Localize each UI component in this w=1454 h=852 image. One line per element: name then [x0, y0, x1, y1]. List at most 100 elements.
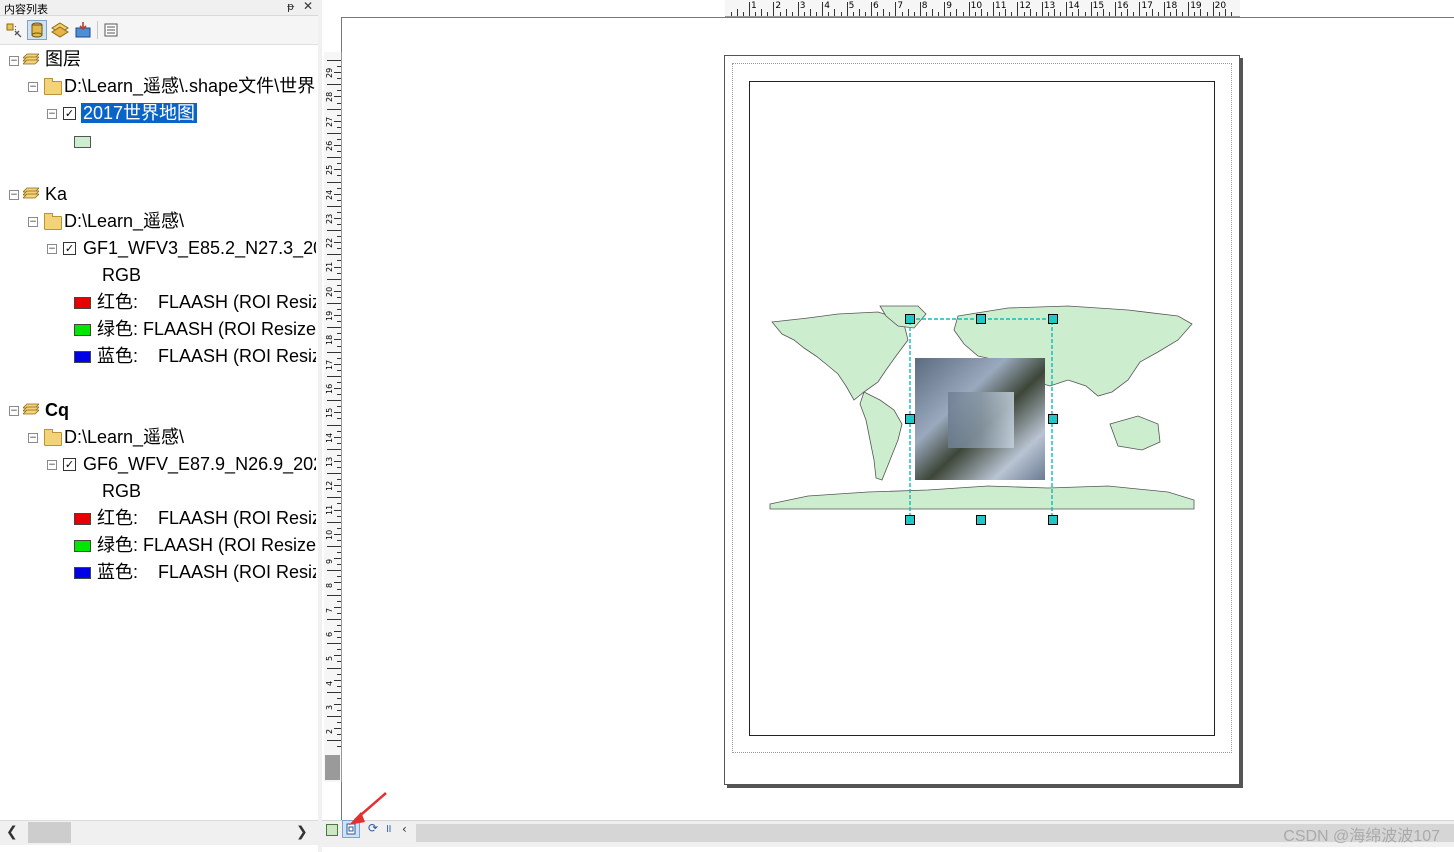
ruler-label: 21	[325, 262, 334, 273]
ruler-tick	[337, 442, 341, 444]
ruler-tick	[767, 12, 769, 16]
ruler-tick	[1072, 12, 1074, 16]
resize-handle[interactable]	[1048, 414, 1058, 424]
ruler-tick	[337, 102, 341, 104]
ruler-label: 19	[1190, 1, 1202, 11]
collapse-toggle[interactable]: −	[47, 244, 57, 254]
scroll-left-icon[interactable]: ‹	[402, 822, 407, 836]
world-map[interactable]	[768, 300, 1198, 518]
vertical-ruler[interactable]: 29 28 27 26 25 24 23 22 21 20 19 18 17 16 15 14 13 12 11 10…	[324, 52, 342, 782]
layer-name[interactable]: GF1_WFV3_E85.2_N27.3_20	[83, 236, 316, 260]
ruler-label: 22	[325, 237, 334, 249]
list-by-drawing-order-icon[interactable]: :	[4, 20, 24, 40]
ruler-tick	[1041, 2, 1043, 16]
ruler-tick	[337, 284, 341, 286]
land-australia	[1109, 415, 1161, 451]
collapse-toggle[interactable]: −	[47, 109, 57, 119]
red-band-swatch[interactable]	[74, 297, 91, 309]
list-by-selection-icon[interactable]	[73, 20, 93, 40]
list-by-visibility-icon[interactable]	[50, 20, 70, 40]
collapse-toggle[interactable]: −	[9, 190, 19, 200]
ruler-tick	[334, 582, 341, 584]
layer-visibility-checkbox[interactable]: ✓	[63, 242, 76, 255]
ruler-label: 7	[325, 607, 334, 613]
blue-band-swatch[interactable]	[74, 351, 91, 363]
ruler-tick	[334, 436, 341, 438]
folder-icon	[44, 429, 62, 446]
ruler-tick	[797, 2, 799, 16]
list-by-source-icon[interactable]	[27, 20, 47, 40]
blue-band-label: 蓝色: FLAASH (ROI Resiz	[97, 562, 316, 582]
ruler-tick	[327, 546, 341, 547]
ruler-tick	[742, 12, 744, 16]
ruler-tick	[327, 473, 341, 475]
collapse-toggle[interactable]: −	[9, 406, 19, 416]
ruler-tick	[327, 157, 341, 159]
source-path[interactable]: D:\Learn_遥感\	[64, 209, 184, 233]
ruler-tick	[895, 2, 897, 16]
data-frame-label[interactable]: Ka	[45, 182, 67, 206]
scroll-right-icon[interactable]: ❯	[296, 824, 308, 840]
data-view-icon[interactable]	[326, 824, 338, 836]
collapse-toggle[interactable]: −	[28, 433, 38, 443]
ruler-tick	[337, 90, 341, 92]
red-band-label: 红色: FLAASH (ROI Resiz	[97, 292, 316, 312]
layer-name[interactable]: GF6_WFV_E87.9_N26.9_202	[83, 452, 316, 476]
layer-visibility-checkbox[interactable]: ✓	[63, 107, 76, 120]
options-icon[interactable]	[101, 20, 121, 40]
layer-visibility-checkbox[interactable]: ✓	[63, 458, 76, 471]
ruler-tick	[327, 691, 341, 693]
resize-handle[interactable]	[976, 314, 986, 324]
green-band-swatch[interactable]	[74, 324, 91, 336]
data-frame-label[interactable]: 图层	[45, 47, 81, 71]
ruler-tick	[334, 533, 341, 535]
ruler-tick	[337, 260, 341, 262]
ruler-tick	[337, 199, 341, 201]
active-data-frame-label[interactable]: Cq	[45, 398, 69, 422]
legend-swatch[interactable]	[74, 136, 91, 148]
resize-handle[interactable]	[905, 515, 915, 525]
source-path[interactable]: D:\Learn_遥感\.shape文件\世界	[64, 74, 316, 98]
green-band-swatch[interactable]	[74, 540, 91, 552]
ruler-label: 9	[946, 1, 952, 11]
horizontal-ruler[interactable]: 1 2 3 4 5 6 7 8 9 10 11 12 13 14 15 16 17 18 19 20	[725, 0, 1240, 17]
collapse-toggle[interactable]: −	[28, 82, 38, 92]
resize-handle[interactable]	[905, 414, 915, 424]
toc-titlebar: 内容列表 ᵽ ✕	[0, 0, 318, 16]
resize-handle[interactable]	[976, 515, 986, 525]
collapse-toggle[interactable]: −	[47, 460, 57, 470]
ruler-tick	[337, 697, 341, 699]
selected-layer-label[interactable]: 2017世界地图	[81, 103, 198, 123]
pin-icon[interactable]: ᵽ	[287, 0, 294, 13]
vertical-scroll-thumb[interactable]	[325, 755, 340, 780]
close-icon[interactable]: ✕	[303, 0, 313, 13]
ruler-tick	[779, 12, 781, 16]
source-path[interactable]: D:\Learn_遥感\	[64, 425, 184, 449]
toc-horizontal-scrollbar[interactable]: ❮ ❯	[0, 820, 318, 845]
renderer-label: RGB	[102, 481, 142, 501]
resize-handle[interactable]	[905, 314, 915, 324]
scroll-left-icon[interactable]: ❮	[6, 824, 18, 840]
ruler-tick	[327, 205, 341, 207]
ruler-label: 13	[325, 456, 334, 467]
ruler-tick	[337, 722, 341, 724]
ruler-label: 27	[325, 116, 334, 127]
red-band-swatch[interactable]	[74, 513, 91, 525]
ruler-tick	[334, 728, 341, 730]
resize-handle[interactable]	[1048, 515, 1058, 525]
ruler-tick	[337, 187, 341, 189]
resize-handle[interactable]	[1048, 314, 1058, 324]
scroll-thumb[interactable]	[28, 822, 71, 843]
layer-name[interactable]: 2017世界地图	[81, 101, 198, 125]
blue-band-swatch[interactable]	[74, 567, 91, 579]
folder-icon	[44, 78, 62, 95]
collapse-toggle[interactable]: −	[28, 217, 38, 227]
ruler-tick	[327, 497, 341, 499]
ruler-tick	[337, 309, 341, 311]
ruler-tick	[337, 454, 341, 456]
ruler-tick	[755, 12, 757, 16]
ruler-tick	[852, 12, 854, 16]
toc-toolbar: :	[0, 16, 318, 45]
ruler-tick	[337, 637, 341, 639]
collapse-toggle[interactable]: −	[9, 56, 19, 66]
